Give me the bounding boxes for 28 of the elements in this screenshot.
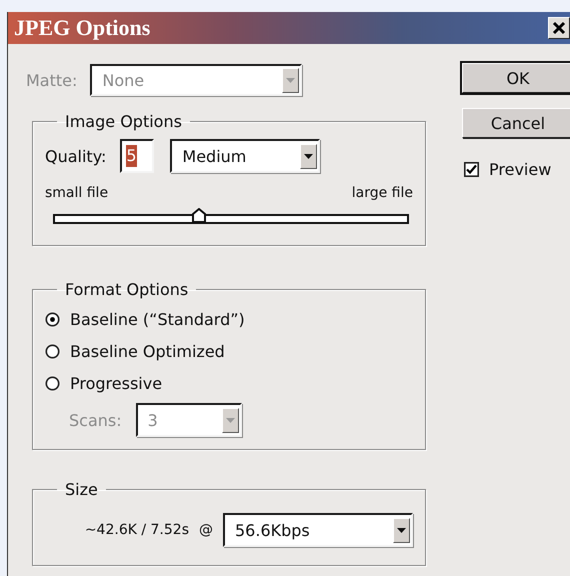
scans-label: Scans: [69,410,122,430]
caret-icon [286,78,296,82]
quality-dropdown[interactable]: Medium [170,139,320,173]
dialog-button[interactable]: OK [462,63,570,93]
connection-speed-dropdown[interactable]: 56.6Kbps [223,513,413,547]
slider-thumb[interactable] [192,208,206,223]
preview-checkbox[interactable]: Preview [464,160,570,179]
quality-label: Quality: [45,146,106,166]
slider-max-label: large file [352,185,413,201]
radio-option[interactable]: Progressive [45,367,413,399]
matte-label: Matte: [26,70,78,90]
caret-icon [397,528,406,532]
quality-slider[interactable] [53,207,409,225]
group-title: Image Options [64,112,183,131]
size-estimate: ~42.6K / 7.52s [84,522,189,538]
close-button[interactable] [548,17,570,39]
at-sign: @ [199,522,213,538]
slider-min-label: small file [45,185,108,201]
caret-icon [226,418,235,422]
dialog-button[interactable]: Cancel [462,108,570,138]
close-icon [552,21,566,35]
quality-input[interactable]: 5 [120,139,154,173]
radio-option[interactable]: Baseline Optimized [45,335,413,367]
window-title: JPEG Options [14,15,150,41]
group-title: Size [64,480,99,499]
group-title: Format Options [64,280,190,299]
caret-icon [304,154,314,158]
radio-option[interactable]: Baseline (“Standard”) [45,303,413,335]
